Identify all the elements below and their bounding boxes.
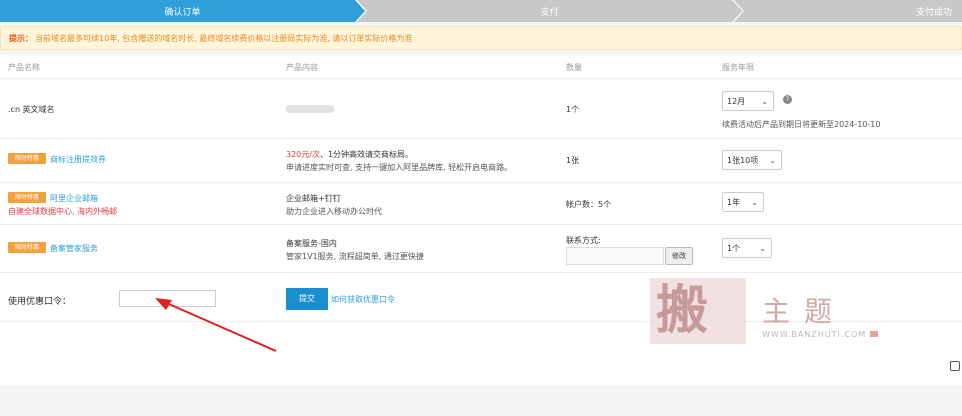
watermark-square bbox=[870, 331, 878, 337]
step-label: 确认订单 bbox=[164, 7, 201, 18]
step-confirm-order: 确认订单 bbox=[0, 0, 365, 22]
watermark-chars: 主题 bbox=[762, 295, 847, 328]
order-progress-steps: 确认订单 支付 支付成功 bbox=[0, 0, 962, 22]
step-label: 支付成功 bbox=[915, 7, 952, 18]
feedback-icon[interactable] bbox=[950, 361, 960, 371]
step-payment-success: 支付成功 bbox=[734, 0, 962, 22]
annotation-arrow-icon bbox=[155, 298, 277, 352]
watermark-logo: 搬 主题 WWW.BANZHUTI.COM bbox=[650, 278, 890, 348]
watermark-url: WWW.BANZHUTI.COM bbox=[762, 330, 867, 339]
watermark-big-char: 搬 bbox=[656, 280, 709, 341]
step-payment: 支付 bbox=[357, 0, 742, 22]
step-label: 支付 bbox=[540, 7, 559, 18]
